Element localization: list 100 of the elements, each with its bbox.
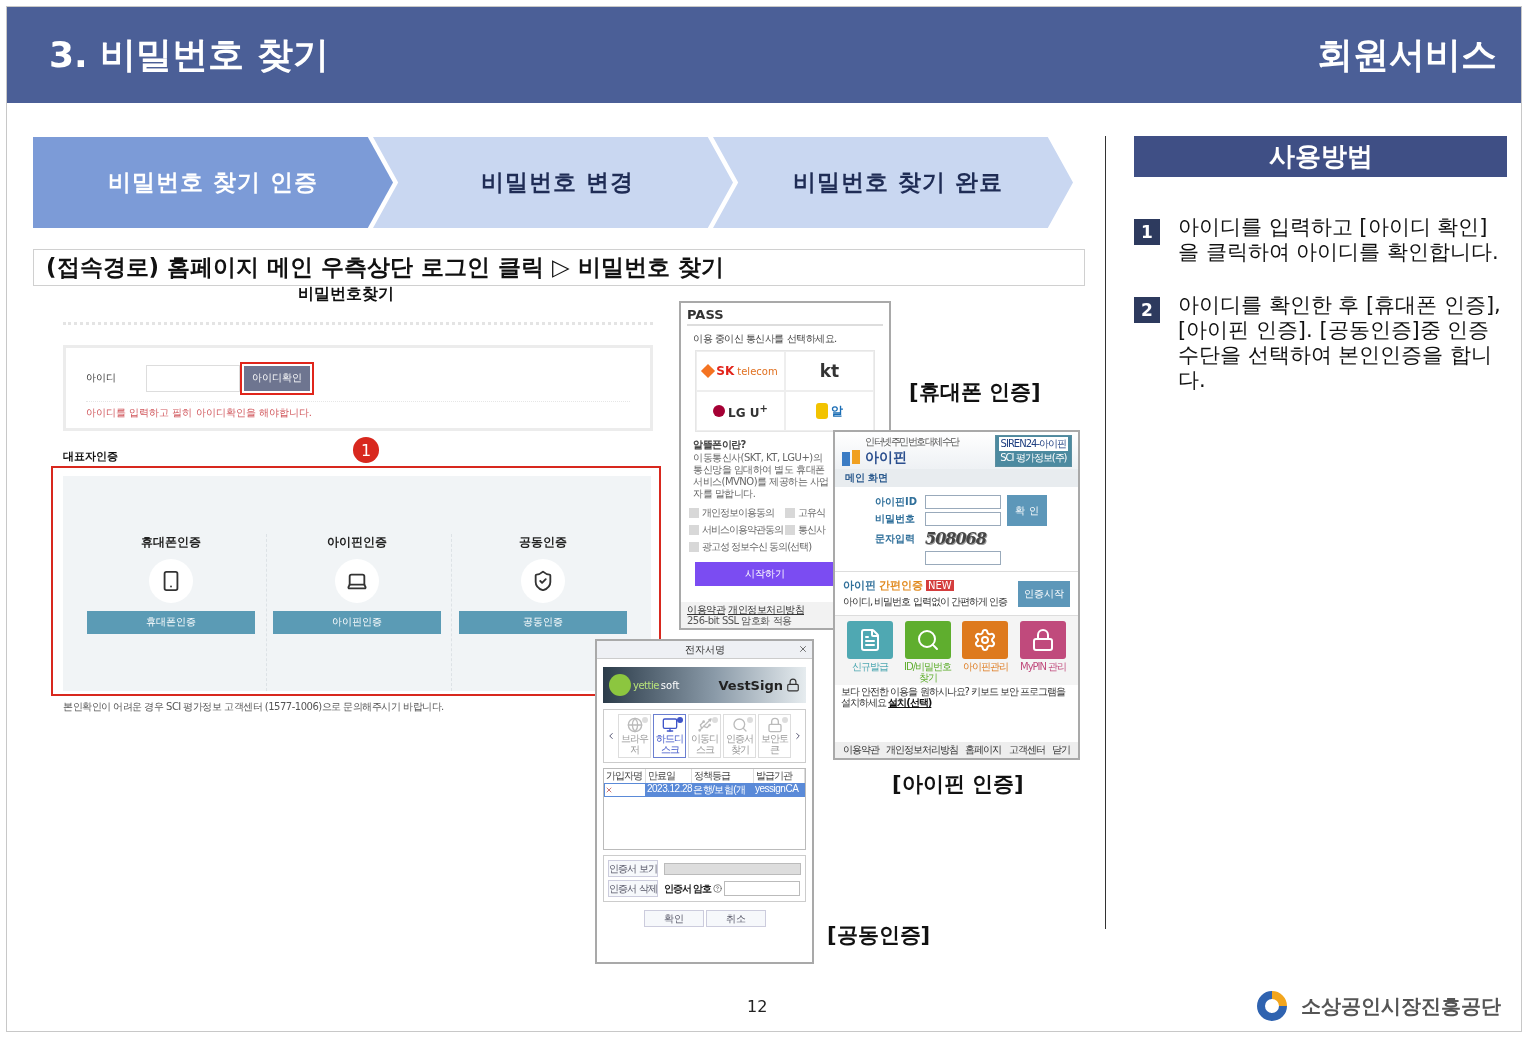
menu-tile[interactable] bbox=[962, 621, 1009, 659]
radio-dot bbox=[712, 717, 718, 723]
security-notice: 보다 안전한 이용을 원하시나요? 키보드 보안 프로그램을 설치하세요 설치(선택) bbox=[840, 685, 1067, 709]
agreement-label: 고유식 bbox=[798, 506, 825, 520]
storage-option[interactable]: 하드디스크 bbox=[653, 714, 686, 758]
window-title: 전자서명 bbox=[684, 642, 725, 657]
easy-auth-title: 아이핀 bbox=[843, 578, 876, 593]
new-badge: NEW bbox=[926, 580, 954, 591]
step-number: 1 bbox=[1134, 219, 1160, 245]
method-title: 휴대폰인증 bbox=[141, 533, 202, 551]
hint-text: 아이디를 입력하고 필히 아이디확인을 해야합니다. bbox=[86, 400, 630, 420]
start-button[interactable]: 시작하기 bbox=[695, 562, 835, 586]
padlock-icon bbox=[766, 717, 783, 733]
captcha-text: 508068 bbox=[925, 529, 988, 548]
ssl-note: 256-bit SSL 암호화 적용 bbox=[687, 615, 792, 626]
search-icon bbox=[731, 717, 748, 733]
help-note: 본인확인이 어려운 경우 SCI 평가정보 고객센터 (1577-1006)으로 문의해주시기 바랍니다. bbox=[63, 700, 445, 714]
field-label: 문자입력 bbox=[875, 531, 916, 546]
checkbox[interactable] bbox=[689, 508, 699, 518]
check-id-button[interactable]: 아이디확인 bbox=[244, 365, 310, 391]
brand-name: 아이핀 bbox=[865, 449, 908, 467]
footer-link[interactable]: 이용약관 bbox=[842, 743, 879, 757]
checkbox[interactable] bbox=[689, 525, 699, 535]
carrier-name: kt bbox=[819, 361, 840, 381]
agreement-label: 서비스이용약관동의 bbox=[702, 523, 783, 537]
radio-dot bbox=[642, 717, 648, 723]
checkbox[interactable] bbox=[785, 525, 795, 535]
section-heading: 대표자인증 bbox=[63, 448, 118, 464]
password-field[interactable] bbox=[724, 881, 801, 896]
footer-link[interactable]: 이용약관 bbox=[687, 604, 725, 615]
monitor-icon bbox=[661, 717, 678, 733]
usage-heading: 사용방법 bbox=[1134, 136, 1507, 177]
delete-certificate-button[interactable]: 인증서 삭제 bbox=[608, 880, 658, 897]
footer-link[interactable]: 닫기 bbox=[1052, 743, 1071, 757]
caption: [휴대폰 인증] bbox=[909, 379, 1041, 406]
page-title: 3. 비밀번호 찾기 bbox=[49, 32, 329, 77]
step-chevron: 비밀번호 찾기 완료 bbox=[713, 137, 1073, 228]
step-chevron: 비밀번호 찾기 인증 bbox=[33, 137, 393, 228]
checkbox[interactable] bbox=[689, 542, 699, 552]
gear-icon bbox=[973, 628, 998, 652]
password-field[interactable] bbox=[925, 512, 1001, 526]
organization-name: 소상공인시장진흥공단 bbox=[1301, 992, 1501, 1020]
globe-icon bbox=[626, 717, 643, 733]
vendor-subname: soft bbox=[660, 679, 680, 691]
page-number: 12 bbox=[747, 997, 768, 1016]
carrier-option[interactable]: SK telecom bbox=[696, 351, 785, 391]
carrier-option[interactable]: LG U$^{+}$ bbox=[696, 391, 785, 431]
search-icon bbox=[915, 628, 940, 652]
radio-dot bbox=[782, 717, 788, 723]
route-text: (접속경로) 홈페이지 메인 우측상단 로그인 클릭 ▷ 비밀번호 찾기 bbox=[33, 249, 1085, 286]
agreement-label: 광고성 정보수신 동의(선택) bbox=[702, 540, 812, 554]
badge-title: SIREN24-아이핀 bbox=[998, 437, 1068, 451]
field-label: 아이핀ID bbox=[875, 495, 919, 509]
book-logo-icon bbox=[841, 449, 861, 467]
product-name: VestSign bbox=[718, 677, 783, 693]
cancel-button[interactable]: 취소 bbox=[705, 910, 766, 927]
previous-icon[interactable] bbox=[606, 731, 616, 741]
mvno-text: 이동통신사(SKT, KT, LGU+)의 통신망을 임대하여 별도 휴대폰 서비스(MVNO)를 제공하는 사업자를 말합니다. bbox=[693, 452, 830, 500]
step-number: 2 bbox=[1134, 297, 1160, 323]
caption: [공동인증] bbox=[827, 922, 931, 949]
next-icon[interactable] bbox=[793, 731, 803, 741]
menu-tile[interactable] bbox=[1020, 621, 1067, 659]
id-input-field[interactable] bbox=[146, 364, 240, 392]
view-certificate-button[interactable]: 인증서 보기 bbox=[608, 860, 658, 877]
footer-link[interactable]: 홈페이지 bbox=[965, 743, 1002, 757]
close-icon[interactable] bbox=[798, 644, 808, 654]
agreement-label: 개인정보이용동의 bbox=[702, 506, 774, 520]
carrier-name: LG U$^{+}$ bbox=[728, 402, 768, 420]
menu-tile[interactable] bbox=[904, 621, 951, 659]
method-title: 아이핀인증 bbox=[327, 533, 387, 551]
carrier-name: SK bbox=[716, 364, 735, 378]
checkbox[interactable] bbox=[785, 508, 795, 518]
radio-dot bbox=[677, 717, 683, 723]
ipin-id-field[interactable] bbox=[925, 495, 1001, 509]
captcha-field[interactable] bbox=[925, 551, 1001, 565]
padlock-icon bbox=[786, 678, 800, 692]
pass-title: PASS bbox=[687, 307, 883, 326]
usb-icon bbox=[696, 717, 713, 733]
section-title: 회원서비스 bbox=[1317, 32, 1497, 77]
step-description: 아이디를 입력하고 [아이디 확인]을 클릭하여 아이디를 확인합니다. bbox=[1178, 215, 1500, 265]
step-chevron: 비밀번호 변경 bbox=[373, 137, 733, 228]
menu-tile[interactable] bbox=[846, 621, 893, 659]
carrier-subname: telecom bbox=[737, 365, 778, 377]
ok-button[interactable]: 확인 bbox=[643, 910, 704, 927]
vendor-name: yettie bbox=[633, 679, 659, 691]
footer-link[interactable]: 개인정보처리방침 bbox=[728, 604, 804, 615]
footer-link[interactable]: 고객센터 bbox=[1008, 743, 1045, 757]
footer-link[interactable]: 개인정보처리방침 bbox=[886, 743, 959, 757]
carrier-option[interactable]: kt bbox=[785, 351, 874, 391]
tile-label: 신규발급 bbox=[851, 661, 888, 672]
main-tab[interactable]: 메인 화면 bbox=[835, 469, 1078, 487]
method-title: 공동인증 bbox=[518, 533, 567, 551]
badge-subtitle: SCI 평가정보(주) bbox=[1000, 451, 1067, 465]
agreement-label: 통신사 bbox=[798, 523, 825, 537]
easy-auth-accent: 간편인증 bbox=[879, 578, 923, 593]
padlock-icon bbox=[1031, 628, 1056, 652]
install-link[interactable]: 설치(선택) bbox=[888, 697, 932, 708]
brand-tagline: 인터넷주민번호대체수단 bbox=[865, 435, 959, 449]
tile-label: 아이핀관리 bbox=[962, 661, 1008, 672]
field-label: 비밀번호 bbox=[875, 512, 916, 526]
